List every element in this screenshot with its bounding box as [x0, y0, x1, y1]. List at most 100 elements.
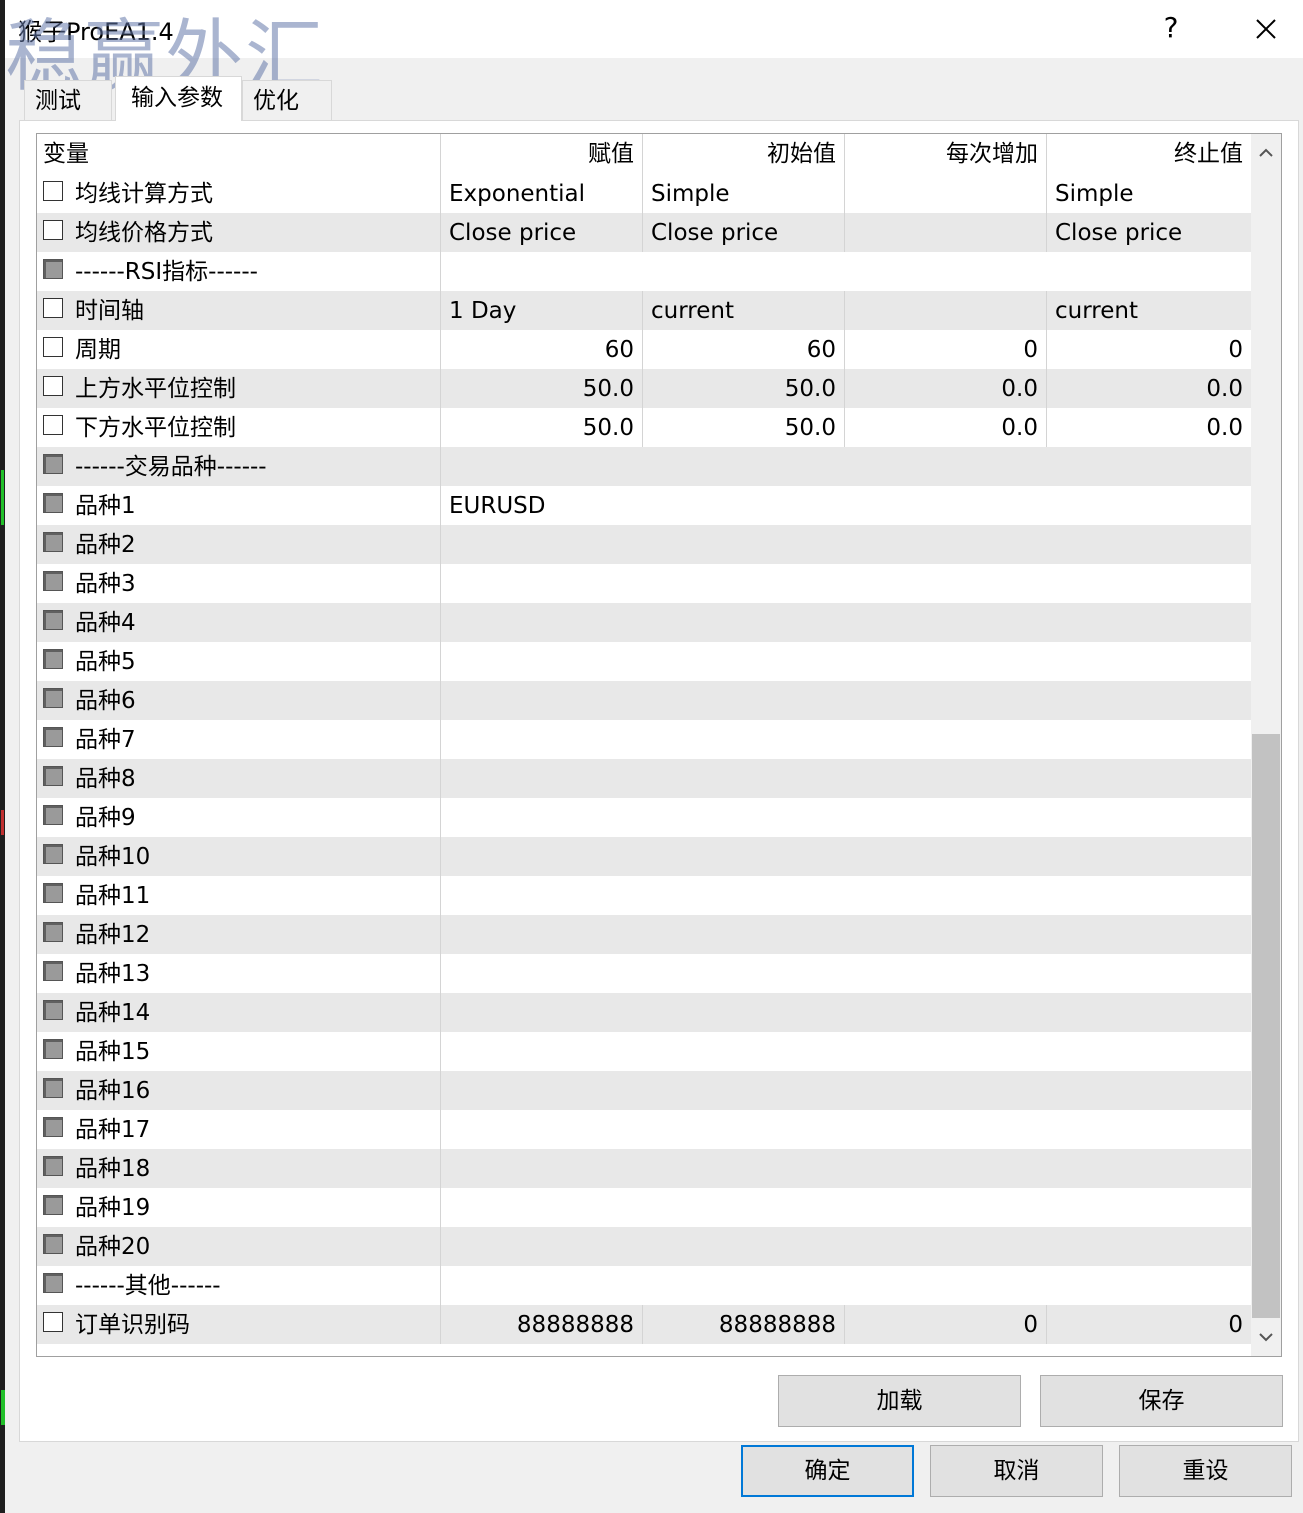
- optimize-checkbox[interactable]: [43, 765, 63, 786]
- value-cell[interactable]: Exponential: [440, 174, 642, 213]
- table-row[interactable]: 品种18: [37, 1149, 1251, 1188]
- table-row[interactable]: 品种10: [37, 837, 1251, 876]
- optimize-checkbox[interactable]: [43, 180, 63, 201]
- table-row[interactable]: 上方水平位控制 50.0 50.0 0.0 0.0: [37, 369, 1251, 408]
- table-row[interactable]: ------交易品种------: [37, 447, 1251, 486]
- tab-inputs[interactable]: 输入参数: [115, 76, 242, 121]
- value-cell[interactable]: [440, 720, 1251, 759]
- value-cell[interactable]: [440, 915, 1251, 954]
- step-cell[interactable]: [844, 174, 1046, 213]
- table-row[interactable]: 品种13: [37, 954, 1251, 993]
- optimize-checkbox[interactable]: [43, 687, 63, 708]
- value-cell[interactable]: [440, 954, 1251, 993]
- step-cell[interactable]: 0.0: [844, 369, 1046, 408]
- save-button[interactable]: 保存: [1040, 1375, 1283, 1427]
- value-cell[interactable]: [440, 1149, 1251, 1188]
- stop-cell[interactable]: Simple: [1046, 174, 1251, 213]
- stop-cell[interactable]: Close price: [1046, 213, 1251, 252]
- value-cell[interactable]: [440, 1032, 1251, 1071]
- stop-cell[interactable]: 0.0: [1046, 408, 1251, 447]
- help-button[interactable]: ?: [1155, 8, 1187, 48]
- value-cell[interactable]: EURUSD: [440, 486, 1251, 525]
- table-row[interactable]: 周期 60 60 0 0: [37, 330, 1251, 369]
- step-cell[interactable]: 0.0: [844, 408, 1046, 447]
- tab-test[interactable]: 测试: [24, 80, 112, 120]
- cancel-button[interactable]: 取消: [930, 1445, 1103, 1497]
- optimize-checkbox[interactable]: [43, 648, 63, 669]
- table-row[interactable]: 品种2: [37, 525, 1251, 564]
- table-row[interactable]: 品种3: [37, 564, 1251, 603]
- table-row[interactable]: 品种12: [37, 915, 1251, 954]
- scroll-down-button[interactable]: [1251, 1318, 1281, 1356]
- optimize-checkbox[interactable]: [43, 375, 63, 396]
- stop-cell[interactable]: 0.0: [1046, 369, 1251, 408]
- optimize-checkbox[interactable]: [43, 921, 63, 942]
- start-cell[interactable]: 88888888: [642, 1305, 844, 1344]
- value-cell[interactable]: 60: [440, 330, 642, 369]
- ok-button[interactable]: 确定: [741, 1445, 914, 1497]
- value-cell[interactable]: [440, 447, 1251, 486]
- scrollbar-thumb[interactable]: [1252, 734, 1280, 1318]
- table-row[interactable]: 品种16: [37, 1071, 1251, 1110]
- value-cell[interactable]: 50.0: [440, 408, 642, 447]
- step-cell[interactable]: [844, 213, 1046, 252]
- value-cell[interactable]: [440, 252, 1251, 291]
- close-button[interactable]: [1245, 10, 1285, 50]
- start-cell[interactable]: Close price: [642, 213, 844, 252]
- optimize-checkbox[interactable]: [43, 1038, 63, 1059]
- value-cell[interactable]: [440, 798, 1251, 837]
- step-cell[interactable]: [844, 291, 1046, 330]
- value-cell[interactable]: [440, 1110, 1251, 1149]
- value-cell[interactable]: [440, 603, 1251, 642]
- value-cell[interactable]: 50.0: [440, 369, 642, 408]
- value-cell[interactable]: [440, 525, 1251, 564]
- reset-button[interactable]: 重设: [1119, 1445, 1292, 1497]
- start-cell[interactable]: Simple: [642, 174, 844, 213]
- value-cell[interactable]: [440, 876, 1251, 915]
- table-row[interactable]: 品种4: [37, 603, 1251, 642]
- table-row[interactable]: 品种14: [37, 993, 1251, 1032]
- stop-cell[interactable]: current: [1046, 291, 1251, 330]
- table-row[interactable]: 品种17: [37, 1110, 1251, 1149]
- optimize-checkbox[interactable]: [43, 1311, 63, 1332]
- table-row[interactable]: 品种6: [37, 681, 1251, 720]
- table-row[interactable]: 时间轴 1 Day current current: [37, 291, 1251, 330]
- table-row[interactable]: 品种1 EURUSD: [37, 486, 1251, 525]
- start-cell[interactable]: 50.0: [642, 369, 844, 408]
- table-row[interactable]: 均线价格方式 Close price Close price Close price: [37, 213, 1251, 252]
- tab-optimization[interactable]: 优化: [242, 80, 332, 120]
- table-row[interactable]: 品种9: [37, 798, 1251, 837]
- value-cell[interactable]: [440, 681, 1251, 720]
- table-row[interactable]: 品种8: [37, 759, 1251, 798]
- optimize-checkbox[interactable]: [43, 570, 63, 591]
- optimize-checkbox[interactable]: [43, 843, 63, 864]
- start-cell[interactable]: current: [642, 291, 844, 330]
- optimize-checkbox[interactable]: [43, 1116, 63, 1137]
- optimize-checkbox[interactable]: [43, 804, 63, 825]
- step-cell[interactable]: 0: [844, 330, 1046, 369]
- value-cell[interactable]: 88888888: [440, 1305, 642, 1344]
- optimize-checkbox[interactable]: [43, 960, 63, 981]
- value-cell[interactable]: [440, 759, 1251, 798]
- start-cell[interactable]: 50.0: [642, 408, 844, 447]
- table-row[interactable]: 均线计算方式 Exponential Simple Simple: [37, 174, 1251, 213]
- optimize-checkbox[interactable]: [43, 453, 63, 474]
- value-cell[interactable]: 1 Day: [440, 291, 642, 330]
- value-cell[interactable]: [440, 993, 1251, 1032]
- table-row[interactable]: 品种5: [37, 642, 1251, 681]
- table-row[interactable]: 品种20: [37, 1227, 1251, 1266]
- value-cell[interactable]: [440, 1188, 1251, 1227]
- table-row[interactable]: 品种11: [37, 876, 1251, 915]
- step-cell[interactable]: 0: [844, 1305, 1046, 1344]
- value-cell[interactable]: [440, 564, 1251, 603]
- optimize-checkbox[interactable]: [43, 1194, 63, 1215]
- optimize-checkbox[interactable]: [43, 999, 63, 1020]
- optimize-checkbox[interactable]: [43, 492, 63, 513]
- optimize-checkbox[interactable]: [43, 258, 63, 279]
- optimize-checkbox[interactable]: [43, 336, 63, 357]
- value-cell[interactable]: [440, 1266, 1251, 1305]
- table-row[interactable]: 品种7: [37, 720, 1251, 759]
- optimize-checkbox[interactable]: [43, 1155, 63, 1176]
- optimize-checkbox[interactable]: [43, 726, 63, 747]
- optimize-checkbox[interactable]: [43, 1272, 63, 1293]
